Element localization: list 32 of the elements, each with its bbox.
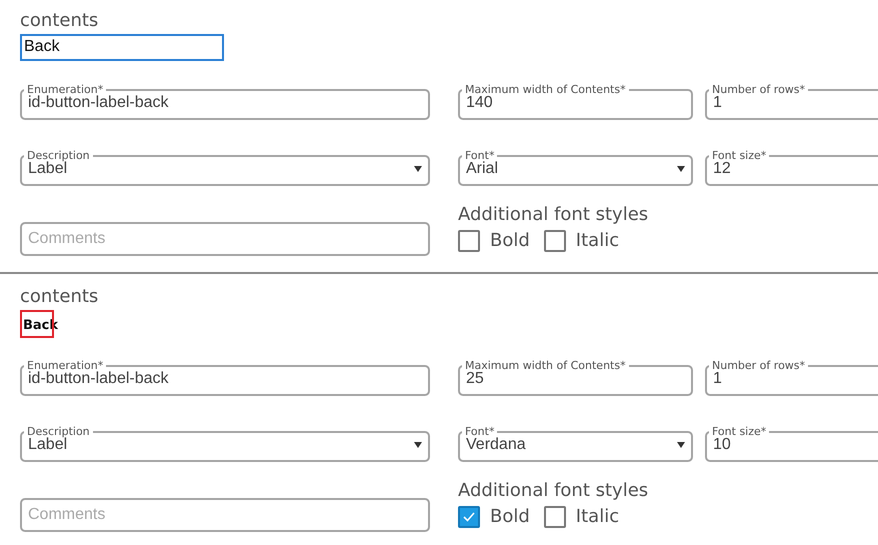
comments-field[interactable]: Comments: [20, 222, 430, 256]
dropdown[interactable]: Font* Arial: [458, 150, 693, 186]
checkbox-label: Bold: [490, 230, 530, 252]
comments-field[interactable]: Comments: [20, 498, 430, 532]
font-styles-label: Additional font styles: [458, 480, 648, 502]
dropdown[interactable]: Description Label: [20, 150, 430, 186]
text-field[interactable]: Enumeration* id-button-label-back: [20, 360, 430, 396]
checkbox[interactable]: [458, 506, 480, 528]
dropdown[interactable]: Font size* 10: [705, 426, 878, 462]
checkbox[interactable]: [458, 230, 480, 252]
caret-icon: [414, 166, 422, 172]
dropdown[interactable]: Font size* 12: [705, 150, 878, 186]
checkbox[interactable]: [544, 506, 566, 528]
text-field[interactable]: Enumeration* id-button-label-back: [20, 84, 430, 120]
section-title: contents: [20, 10, 98, 32]
dropdown[interactable]: Font* Verdana: [458, 426, 693, 462]
section-title: contents: [20, 286, 98, 308]
caret-icon: [414, 442, 422, 448]
checkbox-label: Italic: [576, 230, 620, 252]
text-field[interactable]: Maximum width of Contents* 140: [458, 84, 693, 120]
contents-field[interactable]: Back: [20, 34, 224, 60]
caret-icon: [677, 442, 685, 448]
caret-icon: [677, 166, 685, 172]
font-styles-label: Additional font styles: [458, 204, 648, 226]
text-field[interactable]: Number of rows* 1: [705, 84, 878, 120]
text-field[interactable]: Maximum width of Contents* 25: [458, 360, 693, 396]
check-icon: [462, 511, 476, 523]
checkbox-label: Italic: [576, 506, 620, 528]
checkbox[interactable]: [544, 230, 566, 252]
text-field[interactable]: Number of rows* 1: [705, 360, 878, 396]
dropdown[interactable]: Description Label: [20, 426, 430, 462]
checkbox-label: Bold: [490, 506, 530, 528]
